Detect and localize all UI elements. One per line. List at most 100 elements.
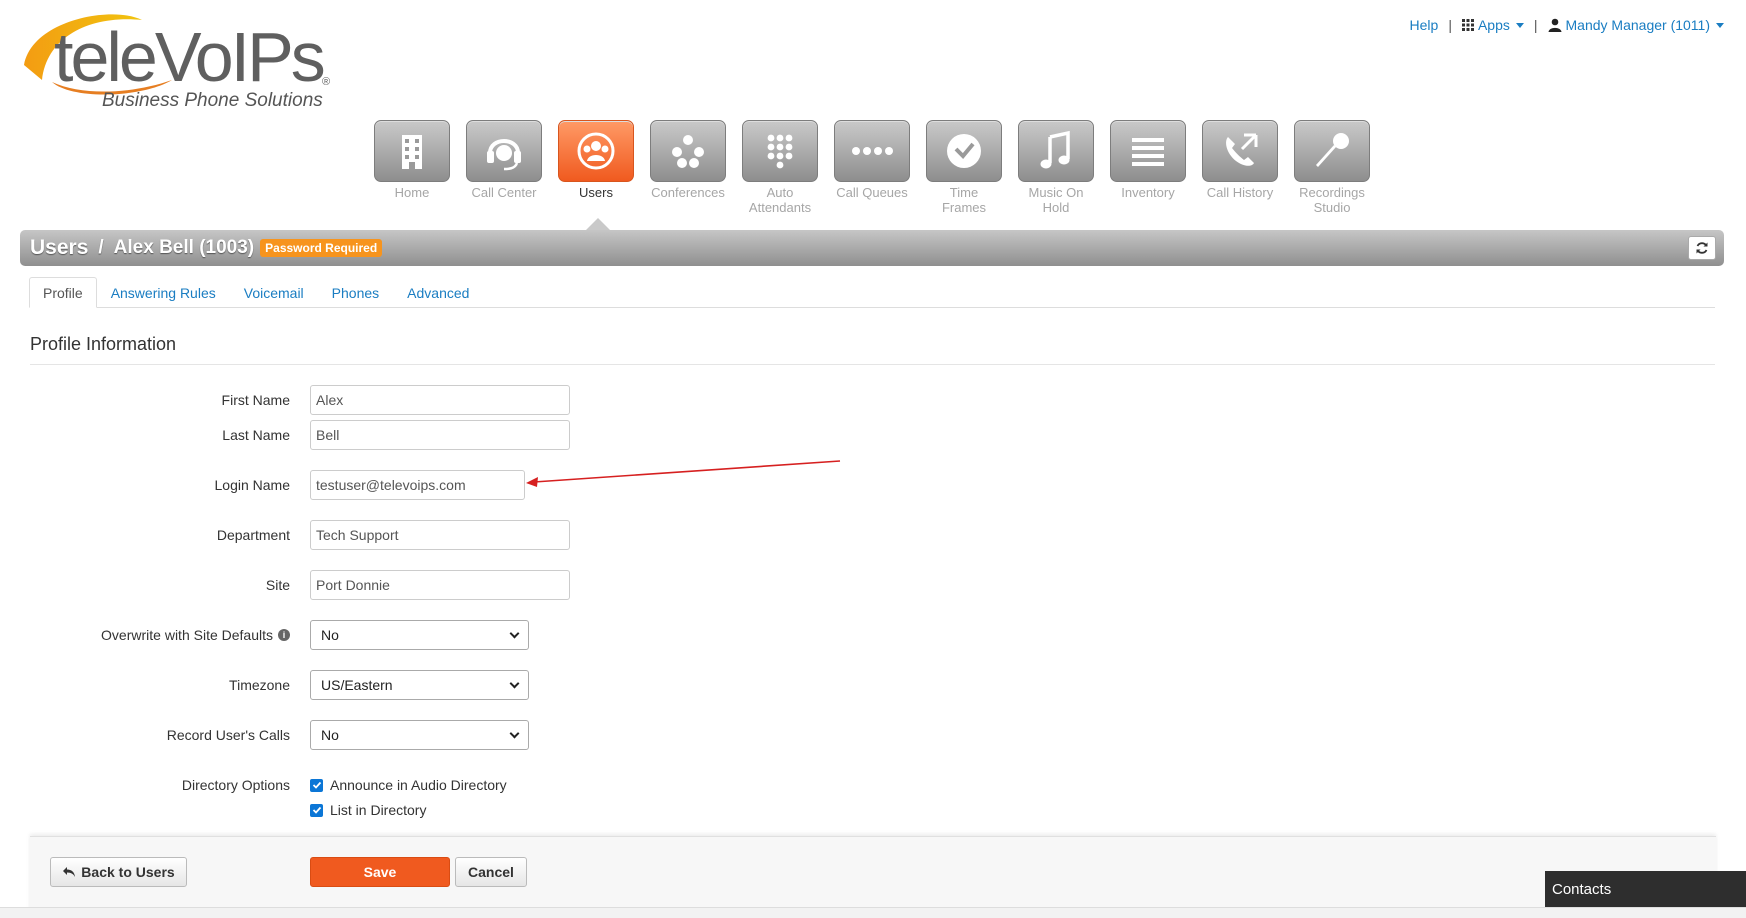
overwrite-site-defaults-select[interactable]: No [310,620,529,650]
nav-label: Time Frames [941,185,987,215]
clock-icon [947,134,981,168]
first-name-input[interactable]: Alex [310,385,570,415]
nav-call-center[interactable]: Call Center [466,120,542,215]
televoips-logo[interactable]: teleVoIPs ® Business Phone Solutions [22,10,342,111]
overwrite-site-defaults-label: Overwrite with Site Defaults i [101,627,290,643]
nav-music-on-hold[interactable]: Music On Hold [1018,120,1094,215]
reply-arrow-icon [63,867,76,877]
save-button[interactable]: Save [310,857,450,887]
page-title-bar: Users / Alex Bell (1003) Password Requir… [20,230,1724,266]
tab-voicemail[interactable]: Voicemail [230,277,318,308]
nav-tile [1202,120,1278,182]
first-name-label: First Name [221,392,290,408]
divider: | [1533,17,1538,33]
headset-icon [487,139,521,171]
nav-tile [1110,120,1186,182]
apps-label: Apps [1477,17,1510,33]
nav-home[interactable]: Home [374,120,450,215]
divider: | [1448,17,1452,33]
site-input[interactable]: Port Donnie [310,570,570,600]
login-name-label: Login Name [214,477,291,493]
contacts-panel-toggle[interactable]: Contacts [1545,871,1746,907]
grid-icon [1461,19,1474,31]
select-value: US/Eastern [321,677,393,693]
microphone-icon [1316,133,1349,167]
checkbox-label: List in Directory [330,802,427,818]
apps-menu[interactable]: Apps [1461,17,1524,33]
form-footer: Back to Users Save Cancel [30,836,1716,916]
nav-tile [742,120,818,182]
nav-tile [1018,120,1094,182]
tab-profile[interactable]: Profile [29,277,97,308]
user-menu[interactable]: Mandy Manager (1011) [1548,17,1724,33]
record-calls-label: Record User's Calls [166,727,290,743]
back-to-users-button[interactable]: Back to Users [50,857,187,887]
section-title: Profile Information [30,334,177,354]
conference-icon [672,135,704,168]
bottom-edge [0,907,1746,918]
nav-call-history[interactable]: Call History [1202,120,1278,215]
phone-history-icon [1226,133,1258,166]
nav-label: Call History [1206,185,1274,200]
nav-label: Home [394,185,430,200]
login-name-input[interactable]: testuser@televoips.com [310,470,525,500]
last-name-input[interactable]: Bell [310,420,570,450]
announce-in-audio-directory-option[interactable]: Announce in Audio Directory [310,777,507,793]
checkmark-icon [312,781,321,789]
nav-inventory[interactable]: Inventory [1110,120,1186,215]
nav-tile [834,120,910,182]
site-label: Site [265,577,290,593]
timezone-label: Timezone [229,677,290,693]
nav-label: Recordings Studio [1299,185,1365,215]
status-badge: Password Required [260,239,383,257]
music-note-icon [1040,130,1070,169]
users-icon [577,132,615,170]
page: teleVoIPs ® Business Phone Solutions Hel… [0,0,1746,918]
nav-label: Call Center [471,185,537,200]
nav-tile [558,120,634,182]
caret-down-icon [1515,22,1524,28]
nav-recordings-studio[interactable]: Recordings Studio [1294,120,1370,215]
nav-call-queues[interactable]: Call Queues [834,120,910,215]
help-link[interactable]: Help [1410,17,1439,33]
nav-tile [650,120,726,182]
breadcrumb-users[interactable]: Users [30,236,88,260]
profile-tabs: Profile Answering Rules Voicemail Phones… [29,277,1715,308]
breadcrumb-separator: / [98,237,104,258]
record-calls-select[interactable]: No [310,720,529,750]
nav-users[interactable]: Users [558,120,634,215]
section-divider [30,364,1715,365]
help-label: Help [1409,17,1439,33]
nav-label: Auto Attendants [748,185,812,215]
nav-conferences[interactable]: Conferences [650,120,726,215]
user-icon [1548,18,1562,32]
nav-tile [926,120,1002,182]
nav-time-frames[interactable]: Time Frames [926,120,1002,215]
user-menu-label: Mandy Manager (1011) [1565,17,1710,33]
nav-tile [466,120,542,182]
nav-label: Music On Hold [1028,185,1084,215]
tab-advanced[interactable]: Advanced [393,277,483,308]
list-in-directory-option[interactable]: List in Directory [310,802,426,818]
logo-registered-mark: ® [322,76,331,88]
chevron-down-icon [509,678,520,688]
checkbox-checked[interactable] [310,778,323,792]
keypad-icon [767,134,793,169]
department-input[interactable]: Tech Support [310,520,570,550]
back-label: Back to Users [81,864,175,880]
checkmark-icon [312,806,321,814]
tab-answering-rules[interactable]: Answering Rules [97,277,230,308]
timezone-select[interactable]: US/Eastern [310,670,529,700]
checkbox-checked[interactable] [310,803,323,817]
nav-label: Conferences [651,185,725,200]
cancel-button[interactable]: Cancel [455,857,527,887]
nav-auto-attendants[interactable]: Auto Attendants [742,120,818,215]
refresh-icon [1696,242,1708,254]
tab-phones[interactable]: Phones [318,277,393,308]
nav-label: Users [579,185,613,200]
queue-icon [852,147,893,155]
refresh-button[interactable] [1688,236,1716,260]
red-arrow-annotation [526,460,841,487]
info-icon[interactable]: i [278,629,290,641]
last-name-label: Last Name [222,427,290,443]
